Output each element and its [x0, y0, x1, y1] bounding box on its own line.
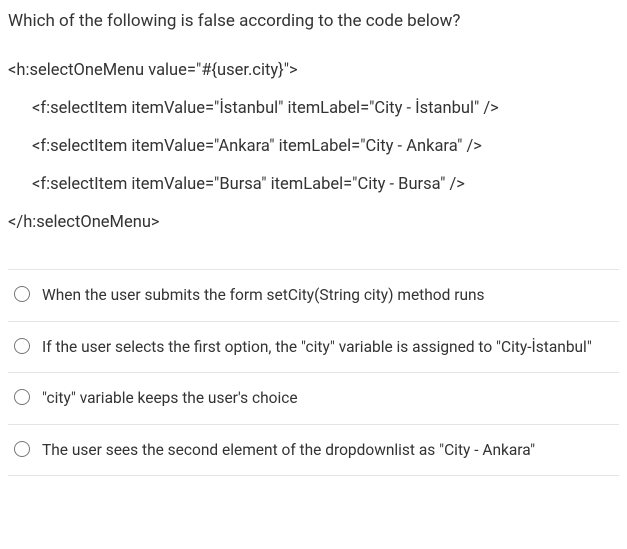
code-block: <h:selectOneMenu value="#{user.city}"> <… [8, 52, 619, 242]
option-3[interactable]: "city" variable keeps the user's choice [8, 372, 619, 423]
code-line-1: <h:selectOneMenu value="#{user.city}"> [8, 52, 619, 90]
option-2[interactable]: If the user selects the first option, th… [8, 321, 619, 372]
code-line-4: <f:selectItem itemValue="Bursa" itemLabe… [8, 166, 619, 204]
code-line-2: <f:selectItem itemValue="İstanbul" itemL… [8, 90, 619, 128]
question-prompt: Which of the following is false accordin… [8, 10, 619, 34]
option-text: When the user submits the form setCity(S… [42, 284, 485, 306]
options-list: When the user submits the form setCity(S… [8, 269, 619, 476]
option-4[interactable]: The user sees the second element of the … [8, 424, 619, 476]
option-1[interactable]: When the user submits the form setCity(S… [8, 269, 619, 320]
radio-icon [14, 286, 30, 302]
option-text: The user sees the second element of the … [42, 439, 535, 461]
radio-icon [14, 338, 30, 354]
code-line-3: <f:selectItem itemValue="Ankara" itemLab… [8, 128, 619, 166]
question-container: Which of the following is false accordin… [0, 0, 627, 486]
code-line-5: </h:selectOneMenu> [8, 204, 619, 242]
radio-icon [14, 441, 30, 457]
option-text: If the user selects the first option, th… [42, 336, 592, 358]
radio-icon [14, 389, 30, 405]
option-text: "city" variable keeps the user's choice [42, 387, 298, 409]
